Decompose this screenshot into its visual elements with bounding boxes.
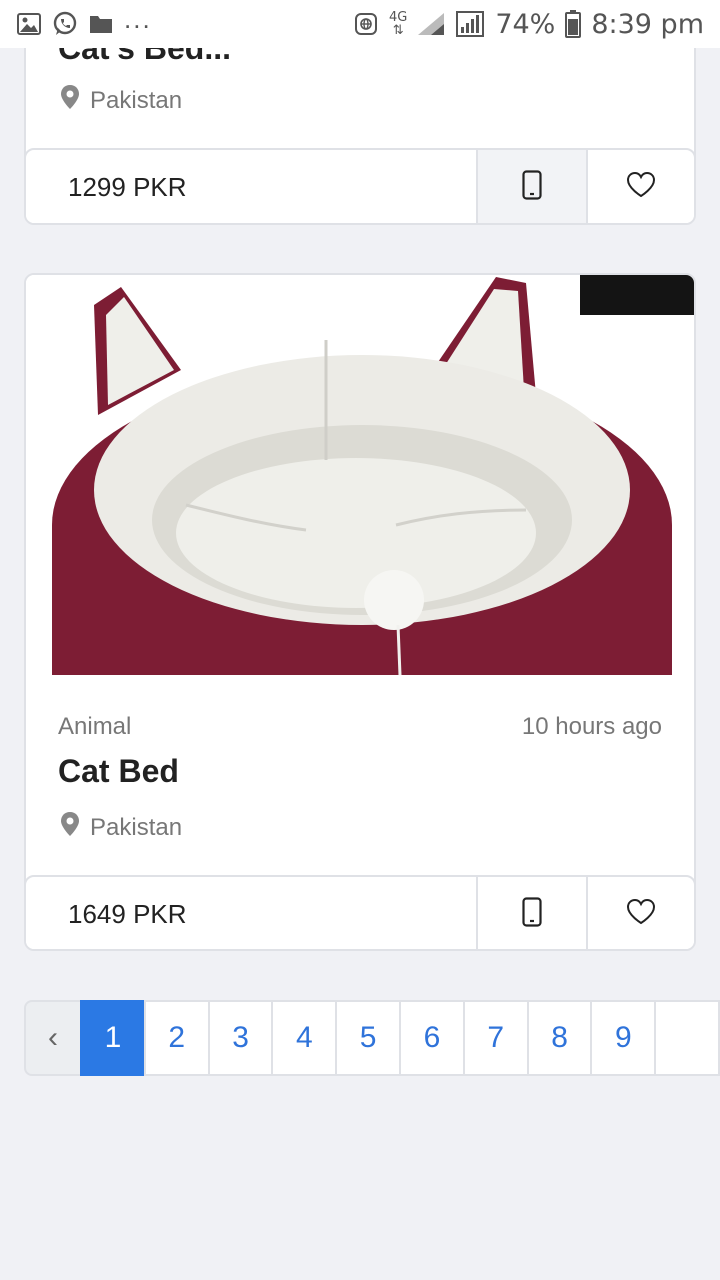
call-button[interactable] [478, 150, 588, 223]
listing-meta: Animal 10 hours ago [58, 713, 662, 741]
battery-icon [565, 10, 582, 38]
folder-icon [88, 11, 114, 37]
page-8-link[interactable]: 8 [526, 1000, 593, 1076]
listing-footer: 1649 PKR [26, 875, 694, 949]
listing-image[interactable] [26, 275, 694, 680]
status-bar: ... 4G ⇅ 74% 8:39 pm [0, 0, 720, 48]
battery-percent: 74% [495, 8, 556, 40]
page-7-link[interactable]: 7 [462, 1000, 529, 1076]
call-button[interactable] [478, 877, 588, 949]
favorite-button[interactable] [588, 150, 694, 223]
whatsapp-icon [52, 11, 78, 37]
status-bar-left: ... [16, 4, 152, 37]
location-pin-icon [60, 811, 80, 844]
phone-icon [522, 169, 542, 205]
pagination: ‹ 1 2 3 4 5 6 7 8 9 [24, 1000, 720, 1076]
listing-price: 1649 PKR [26, 877, 478, 949]
page-9-link[interactable]: 9 [590, 1000, 657, 1076]
location-text: Pakistan [90, 813, 183, 841]
clock: 8:39 pm [591, 8, 704, 40]
page-1-link[interactable]: 1 [80, 1000, 146, 1076]
phone-icon [522, 896, 542, 932]
listing-location: Pakistan [60, 811, 182, 844]
page-5-link[interactable]: 5 [335, 1000, 402, 1076]
listing-card[interactable]: Animal 10 hours ago Cat Bed Pakistan 164… [24, 273, 696, 951]
next-page-partial[interactable] [654, 1000, 720, 1076]
listing-card[interactable]: Cat's Bed... Pakistan 1299 PKR [24, 20, 696, 225]
listing-time: 10 hours ago [521, 713, 662, 740]
favorite-button[interactable] [588, 877, 694, 949]
featured-badge [580, 275, 694, 315]
signal-icon-1 [417, 11, 445, 37]
page-2-link[interactable]: 2 [143, 1000, 210, 1076]
signal-icon-2 [455, 11, 485, 37]
cat-bed-image [52, 277, 672, 680]
prev-page-button[interactable]: ‹ [24, 1000, 83, 1076]
page-4-link[interactable]: 4 [271, 1000, 338, 1076]
listing-footer: 1299 PKR [26, 148, 694, 223]
more-notifications: ... [124, 3, 152, 34]
network-type: 4G ⇅ [388, 10, 408, 38]
page-3-link[interactable]: 3 [207, 1000, 274, 1076]
location-text: Pakistan [90, 86, 183, 114]
listing-title[interactable]: Cat Bed [58, 753, 179, 790]
vpn-globe-icon [353, 11, 379, 37]
page-6-link[interactable]: 6 [399, 1000, 465, 1076]
heart-icon [626, 898, 656, 930]
gallery-icon [16, 11, 42, 37]
listing-location: Pakistan [60, 84, 182, 117]
location-pin-icon [60, 84, 80, 117]
heart-icon [626, 171, 656, 203]
listing-price: 1299 PKR [26, 150, 478, 223]
status-bar-right: 4G ⇅ 74% 8:39 pm [353, 9, 704, 40]
listing-category[interactable]: Animal [58, 713, 131, 741]
